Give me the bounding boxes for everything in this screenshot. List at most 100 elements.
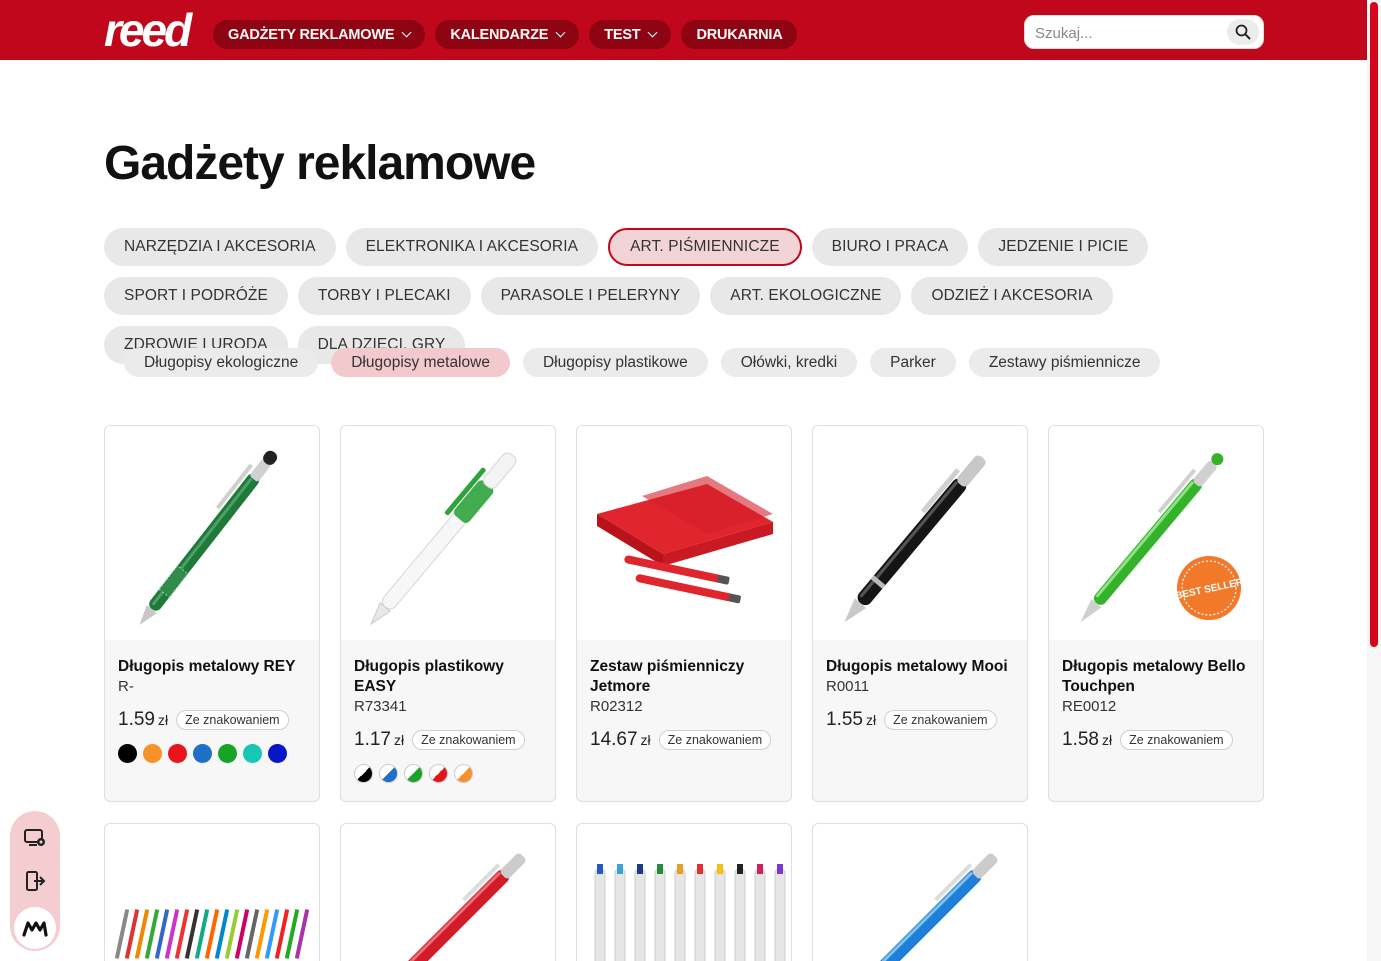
category-chip-active[interactable]: ART. PIŚMIENNICZE: [608, 228, 802, 266]
search-button[interactable]: [1227, 19, 1259, 45]
product-image: [594, 864, 786, 961]
price-row: 1.17 zł Ze znakowaniem: [354, 729, 525, 751]
branding-badge: Ze znakowaniem: [412, 730, 525, 750]
color-swatch[interactable]: [379, 764, 398, 783]
widget-exit-button[interactable]: [20, 866, 50, 896]
subcategory-chip[interactable]: Parker: [870, 348, 956, 377]
product-image: [870, 853, 998, 961]
subcategory-list: Długopisy ekologiczne Długopisy metalowe…: [124, 348, 1161, 377]
product-card[interactable]: [104, 823, 320, 961]
screen-settings-icon: [24, 829, 45, 846]
branding-badge: Ze znakowaniem: [884, 710, 997, 730]
product-name[interactable]: Długopis metalowy Mooi R0011: [826, 657, 1021, 697]
product-image: [577, 426, 791, 640]
search-icon: [1235, 24, 1251, 40]
logo-text: reed: [104, 8, 193, 52]
color-swatches: [354, 764, 473, 783]
color-swatch[interactable]: [268, 744, 287, 763]
product-sku: RE0012: [1062, 698, 1117, 715]
category-chip[interactable]: ELEKTRONIKA I AKCESORIA: [345, 228, 599, 266]
color-swatch[interactable]: [218, 744, 237, 763]
product-card[interactable]: [340, 823, 556, 961]
product-sku: R73341: [354, 698, 407, 715]
chevron-down-icon: [555, 27, 566, 38]
product-name[interactable]: Długopis plastikowy EASY R73341: [354, 657, 549, 717]
top-bar: reed GADŻETY REKLAMOWE KALENDARZE TEST D…: [0, 0, 1367, 60]
color-swatch[interactable]: [243, 744, 262, 763]
category-chip[interactable]: NARZĘDZIA I AKCESORIA: [104, 228, 336, 266]
product-sku: R02312: [590, 698, 643, 715]
search-box: [1024, 15, 1264, 49]
search-input[interactable]: [1035, 22, 1215, 44]
product-card[interactable]: Zestaw piśmienniczy Jetmore R02312 14.67 z…: [576, 425, 792, 802]
product-card[interactable]: Długopis plastikowy EASY R73341 1.17 zł Ze…: [340, 425, 556, 802]
category-chip[interactable]: PARASOLE I PELERYNY: [480, 277, 701, 315]
widget-logo[interactable]: [14, 907, 56, 949]
scrollbar-thumb[interactable]: [1370, 2, 1378, 647]
branding-badge: Ze znakowaniem: [176, 710, 289, 730]
m-logo-icon: [22, 921, 48, 937]
price-row: 1.55 zł Ze znakowaniem: [826, 709, 997, 731]
category-chip[interactable]: SPORT I PODRÓŻE: [104, 277, 288, 315]
product-price: 1.17 zł: [354, 729, 405, 750]
branding-badge: Ze znakowaniem: [1120, 730, 1233, 750]
subcategory-chip-active[interactable]: Długopisy metalowe: [331, 348, 510, 377]
subcategory-chip[interactable]: Zestawy piśmiennicze: [968, 348, 1161, 377]
price-row: 14.67 zł Ze znakowaniem: [590, 729, 772, 751]
product-image: [341, 426, 555, 640]
product-image: [398, 853, 526, 961]
nav-test[interactable]: TEST: [589, 20, 672, 49]
price-row: 1.58 zł Ze znakowaniem: [1062, 729, 1233, 751]
reed-logo[interactable]: reed: [104, 8, 196, 52]
product-name[interactable]: Długopis metalowy Bello Touchpen RE0012: [1062, 657, 1257, 717]
color-swatch[interactable]: [193, 744, 212, 763]
color-swatch[interactable]: [454, 764, 473, 783]
color-swatches: [118, 744, 287, 763]
product-image: [114, 909, 310, 959]
nav-kalendarze[interactable]: KALENDARZE: [435, 20, 580, 49]
product-price: 1.59 zł: [118, 709, 169, 730]
floating-widget: [10, 811, 60, 951]
category-chip[interactable]: ART. EKOLOGICZNE: [710, 277, 902, 315]
category-chip[interactable]: BIURO I PRACA: [811, 228, 969, 266]
exit-icon: [26, 871, 46, 891]
color-swatch[interactable]: [429, 764, 448, 783]
subcategory-chip[interactable]: Długopisy plastikowe: [522, 348, 708, 377]
nav-drukarnia[interactable]: DRUKARNIA: [681, 20, 798, 49]
product-sku: R0011: [826, 678, 870, 695]
product-card[interactable]: [812, 823, 1028, 961]
subcategory-chip[interactable]: Ołówki, kredki: [720, 348, 858, 377]
product-image: [813, 426, 1027, 640]
product-image: BEST SELLER: [1049, 426, 1263, 640]
branding-badge: Ze znakowaniem: [658, 730, 772, 750]
product-price: 14.67 zł: [590, 729, 651, 750]
product-card[interactable]: BEST SELLER Długopis metalowy Bello Touc…: [1048, 425, 1264, 802]
main-nav: GADŻETY REKLAMOWE KALENDARZE TEST DRUKAR…: [213, 20, 798, 49]
product-card[interactable]: [576, 823, 792, 961]
color-swatch[interactable]: [354, 764, 373, 783]
category-chip[interactable]: TORBY I PLECAKI: [297, 277, 471, 315]
best-seller-sticker: BEST SELLER: [1174, 556, 1245, 620]
product-name[interactable]: Długopis metalowy REY R-: [118, 657, 313, 697]
product-image: [105, 426, 319, 640]
category-chip[interactable]: ODZIEŻ I AKCESORIA: [911, 277, 1113, 315]
category-chip[interactable]: JEDZENIE I PICIE: [978, 228, 1149, 266]
color-swatch[interactable]: [143, 744, 162, 763]
product-price: 1.55 zł: [826, 709, 877, 730]
color-swatch[interactable]: [118, 744, 137, 763]
price-row: 1.59 zł Ze znakowaniem: [118, 709, 289, 731]
color-swatch[interactable]: [168, 744, 187, 763]
color-swatch[interactable]: [404, 764, 423, 783]
chevron-down-icon: [401, 27, 412, 38]
widget-settings-button[interactable]: [20, 823, 50, 853]
product-card[interactable]: Długopis metalowy Mooi R0011 1.55 zł Ze zn…: [812, 425, 1028, 802]
product-name[interactable]: Zestaw piśmienniczy Jetmore R02312: [590, 657, 785, 717]
product-price: 1.58 zł: [1062, 729, 1113, 750]
page-title: Gadżety reklamowe: [104, 137, 536, 190]
product-sku: R-: [118, 678, 134, 695]
nav-gadzety[interactable]: GADŻETY REKLAMOWE: [213, 20, 426, 49]
product-card[interactable]: Długopis metalowy REY R- 1.59 zł Ze znakow…: [104, 425, 320, 802]
page-scrollbar[interactable]: [1367, 0, 1381, 961]
category-list: NARZĘDZIA I AKCESORIA ELEKTRONIKA I AKCE…: [104, 228, 1284, 364]
subcategory-chip[interactable]: Długopisy ekologiczne: [124, 348, 319, 377]
